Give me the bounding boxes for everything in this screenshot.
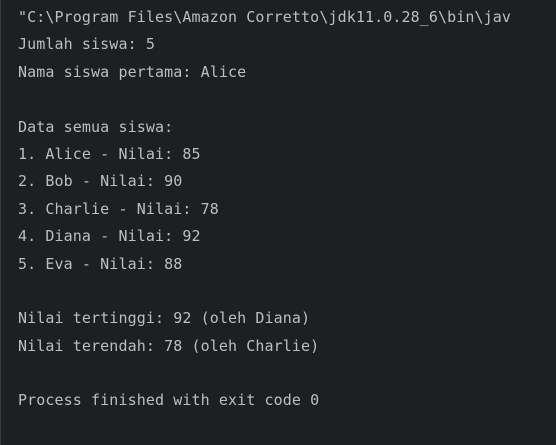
console-line-command: "C:\Program Files\Amazon Corretto\jdk11.… xyxy=(18,8,512,26)
console-line-exit-status: Process finished with exit code 0 xyxy=(18,391,320,410)
console-line-student: 4. Diana - Nilai: 92 xyxy=(18,227,201,246)
console-line-blank xyxy=(18,278,511,305)
console-line-student: 2. Bob - Nilai: 90 xyxy=(18,172,183,191)
console-line-first-student: Nama siswa pertama: Alice xyxy=(18,62,247,81)
run-console-output[interactable]: "C:\Program Files\Amazon Corretto\jdk11.… xyxy=(0,0,556,445)
console-line-student-count: Jumlah siswa: 5 xyxy=(18,35,155,54)
console-line-highest-score: Nilai tertinggi: 92 (oleh Diana) xyxy=(18,309,311,328)
console-line-blank xyxy=(18,360,511,387)
console-line-student: 1. Alice - Nilai: 85 xyxy=(18,144,201,163)
console-lines: "C:\Program Files\Amazon Corretto\jdk11.… xyxy=(18,4,511,415)
console-line-student: 3. Charlie - Nilai: 78 xyxy=(18,199,219,218)
console-line-lowest-score: Nilai terendah: 78 (oleh Charlie) xyxy=(18,336,320,355)
console-line-blank xyxy=(18,86,511,113)
console-line-student: 5. Eva - Nilai: 88 xyxy=(18,254,183,273)
console-line-all-students-heading: Data semua siswa: xyxy=(18,117,174,136)
